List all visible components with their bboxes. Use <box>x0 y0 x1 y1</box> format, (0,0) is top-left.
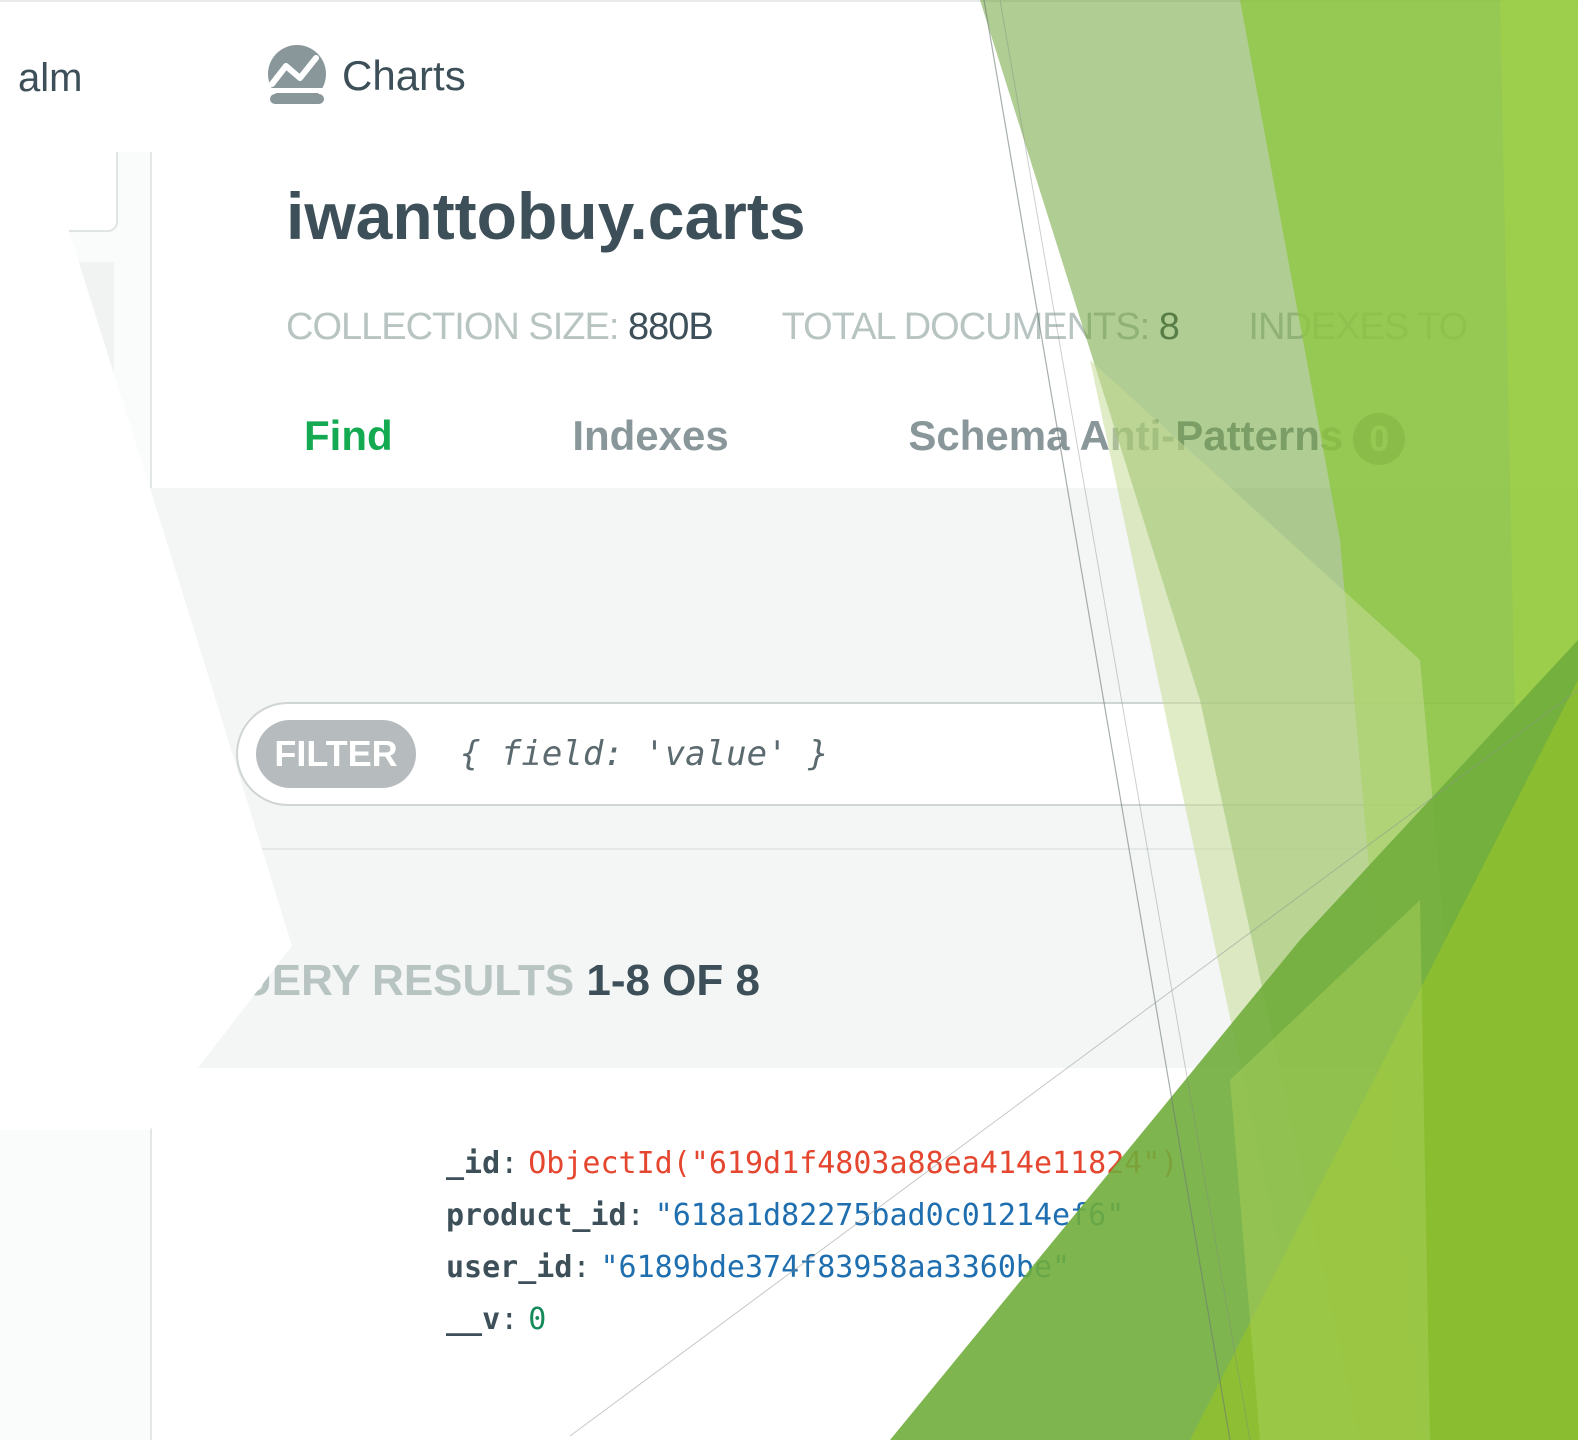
collection-tabs: Find Indexes Schema Anti-Patterns 0 <box>304 412 1406 465</box>
field-key: __v <box>446 1302 501 1337</box>
top-nav-bar <box>0 0 1578 154</box>
filter-pill: FILTER <box>256 720 416 788</box>
collection-size-label: COLLECTION SIZE: <box>286 306 619 348</box>
charts-label: Charts <box>342 52 466 99</box>
field-key: user_id <box>446 1250 573 1285</box>
field-key: product_id <box>446 1198 627 1233</box>
field-colon: : <box>500 1146 519 1181</box>
anti-patterns-count-badge: 0 <box>1353 412 1406 465</box>
query-results-label: UERY RESULTS <box>240 956 575 1005</box>
query-divider <box>152 848 1578 850</box>
document-field: _id: ObjectId("619d1f4803a88ea414e11824") <box>446 1138 1178 1190</box>
field-colon: : <box>626 1198 645 1233</box>
document-field: user_id: "6189bde374f83958aa3360be" <box>446 1242 1178 1294</box>
field-value: 0 <box>528 1302 547 1337</box>
indexes-label: INDEXES TO <box>1248 306 1468 348</box>
tab-schema-label: Schema Anti-Patterns <box>908 412 1344 459</box>
chart-line-icon <box>268 45 326 104</box>
filter-input[interactable] <box>460 724 1160 784</box>
field-value: "6189bde374f83958aa3360be" <box>600 1250 1071 1285</box>
left-sidebar <box>0 152 152 1440</box>
field-value: ObjectId("619d1f4803a88ea414e11824") <box>528 1146 1179 1181</box>
document-field: __v: 0 <box>446 1294 1178 1346</box>
nav-item-charts[interactable]: Charts <box>266 44 466 108</box>
query-results-count: 1-8 OF 8 <box>586 956 760 1005</box>
total-documents-value: 8 <box>1158 306 1180 348</box>
tab-indexes[interactable]: Indexes <box>572 412 728 460</box>
collection-stats: COLLECTION SIZE: 880B TOTAL DOCUMENTS: 8… <box>286 306 1468 349</box>
collection-title: iwanttobuy.carts <box>286 179 806 253</box>
sidebar-panel <box>78 262 114 372</box>
document-fields: _id: ObjectId("619d1f4803a88ea414e11824")… <box>446 1138 1178 1346</box>
nav-item-realm[interactable]: alm <box>18 56 82 101</box>
total-documents-label: TOTAL DOCUMENTS: <box>781 306 1151 348</box>
tab-schema-anti-patterns[interactable]: Schema Anti-Patterns 0 <box>908 412 1406 465</box>
field-key: _id <box>446 1146 501 1181</box>
document-field: product_id: "618a1d82275bad0c01214ef6" <box>446 1190 1178 1242</box>
field-colon: : <box>500 1302 519 1337</box>
tab-find[interactable]: Find <box>304 412 393 460</box>
collection-size-value: 880B <box>627 306 714 348</box>
field-value: "618a1d82275bad0c01214ef6" <box>654 1198 1125 1233</box>
sidebar-search-box[interactable] <box>40 152 118 232</box>
field-colon: : <box>572 1250 591 1285</box>
query-results-summary: UERY RESULTS 1-8 OF 8 <box>240 956 760 1006</box>
